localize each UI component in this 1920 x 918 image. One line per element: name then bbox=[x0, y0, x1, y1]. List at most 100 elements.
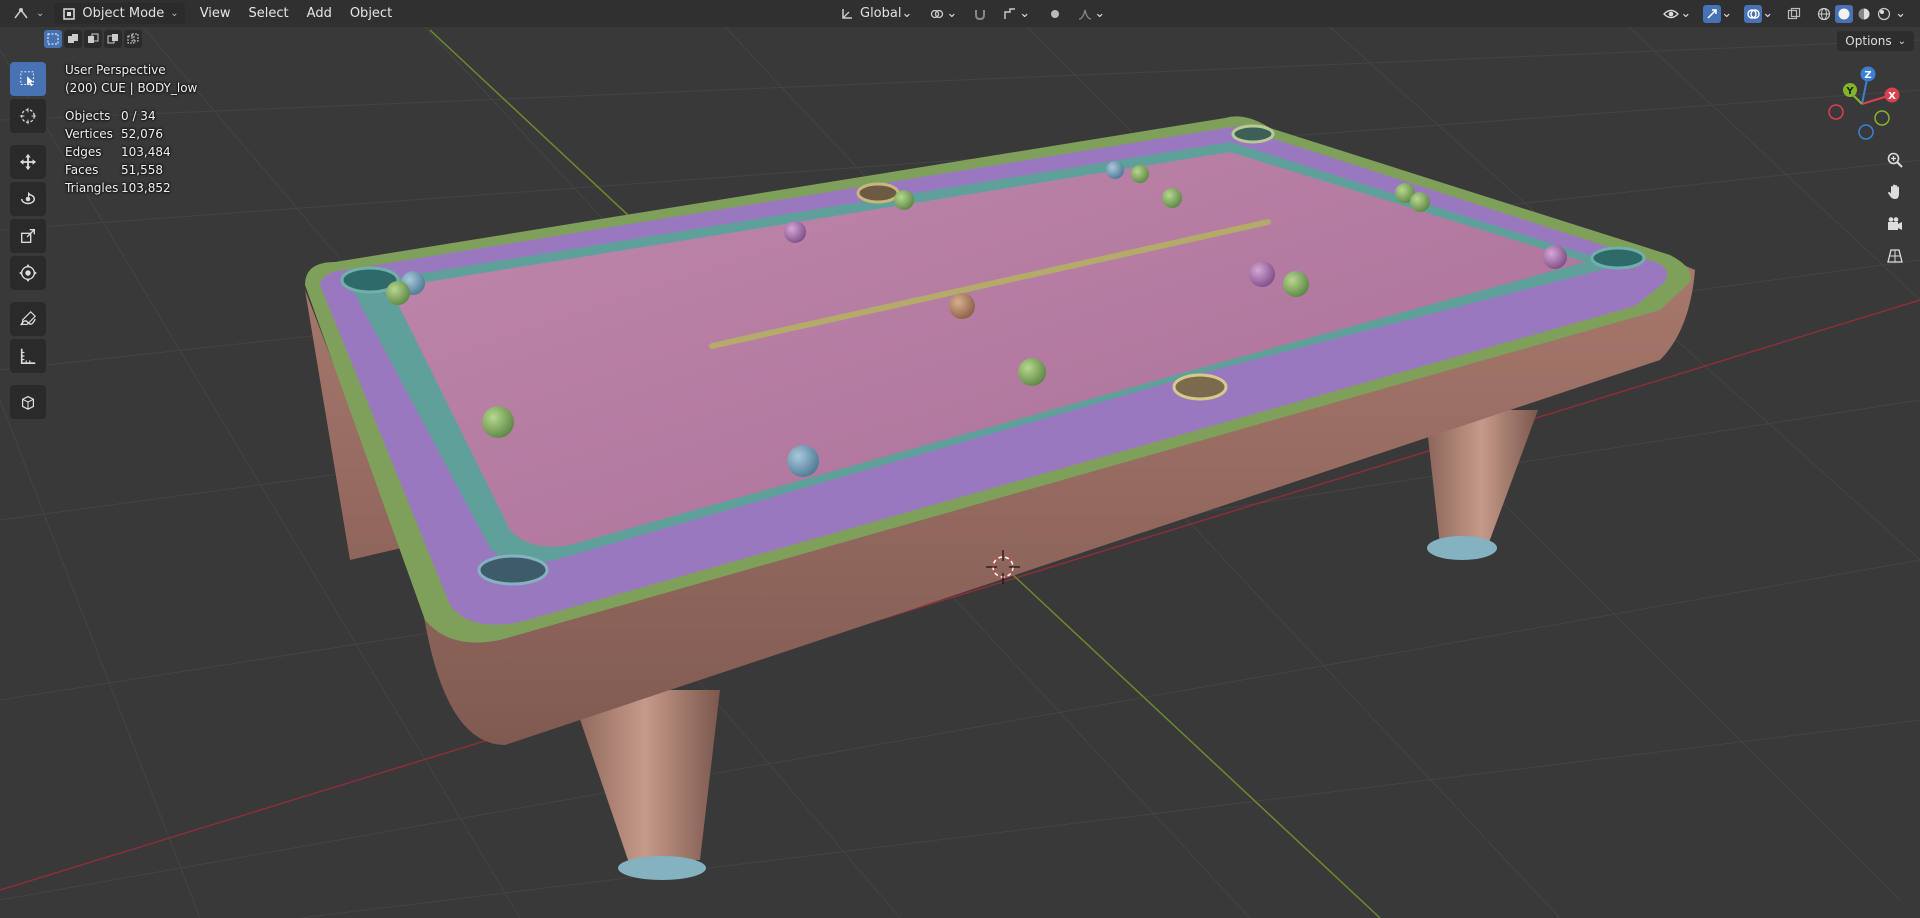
menu-add[interactable]: Add bbox=[298, 6, 341, 21]
rotate-icon bbox=[19, 190, 37, 208]
xray-toggle[interactable] bbox=[1779, 3, 1809, 24]
editor-type-button[interactable]: ⌄ bbox=[6, 3, 50, 24]
select-intersect-icon[interactable] bbox=[124, 30, 142, 48]
grid-perspective-icon bbox=[1886, 247, 1904, 265]
chevron-down-icon: ⌄ bbox=[1897, 35, 1906, 47]
options-label: Options bbox=[1845, 34, 1892, 48]
scale-icon bbox=[19, 227, 37, 245]
stat-value: 52,076 bbox=[121, 127, 163, 141]
pan-button[interactable] bbox=[1882, 179, 1908, 205]
stat-objects: Objects 0 / 34 bbox=[65, 107, 197, 125]
chevron-down-icon: ⌄ bbox=[36, 8, 45, 19]
annotate-icon bbox=[19, 310, 37, 328]
gizmo-neg-x[interactable] bbox=[1828, 104, 1844, 120]
falloff-curve-icon bbox=[1076, 5, 1094, 23]
stat-faces: Faces 51,558 bbox=[65, 161, 197, 179]
perspective-toggle-button[interactable] bbox=[1882, 243, 1908, 269]
menu-view[interactable]: View bbox=[191, 6, 240, 21]
chevron-down-icon: ⌄ bbox=[1721, 6, 1733, 21]
tool-annotate[interactable] bbox=[10, 302, 46, 336]
transform-orientation-icon bbox=[838, 5, 856, 23]
xray-icon bbox=[1785, 5, 1803, 23]
gizmo-y-label: Y bbox=[1845, 86, 1854, 97]
mode-label: Object Mode bbox=[82, 6, 165, 21]
add-cube-icon bbox=[19, 393, 37, 411]
proportional-edit-icon bbox=[1046, 5, 1064, 23]
header-menus: View Select Add Object bbox=[191, 0, 401, 27]
selection-mode-buttons bbox=[44, 30, 142, 50]
chevron-down-icon: ⌄ bbox=[1762, 6, 1774, 21]
tool-move[interactable] bbox=[10, 145, 46, 179]
gizmo-neg-y[interactable] bbox=[1874, 110, 1890, 126]
solid-shading-icon[interactable] bbox=[1835, 4, 1854, 23]
pivot-point-dropdown[interactable]: ⌄ bbox=[922, 3, 963, 24]
stat-value: 51,558 bbox=[121, 163, 163, 177]
stat-label: Triangles bbox=[65, 181, 119, 195]
gizmo-z-label: Z bbox=[1864, 70, 1871, 81]
tool-select-box[interactable] bbox=[10, 62, 46, 96]
falloff-dropdown[interactable]: ⌄ bbox=[1070, 3, 1111, 24]
orientation-dropdown[interactable]: Global ⌄ bbox=[832, 3, 918, 24]
measure-icon bbox=[19, 347, 37, 365]
3d-viewport[interactable] bbox=[0, 0, 1920, 918]
magnet-icon bbox=[971, 5, 989, 23]
tool-transform[interactable] bbox=[10, 256, 46, 290]
zoom-icon bbox=[1886, 151, 1904, 169]
view-name: User Perspective bbox=[65, 63, 166, 77]
camera-icon bbox=[1886, 215, 1904, 233]
move-icon bbox=[19, 153, 37, 171]
stat-label: Edges bbox=[65, 145, 102, 159]
cursor-icon bbox=[19, 107, 37, 125]
select-invert-icon[interactable] bbox=[104, 30, 122, 48]
zoom-button[interactable] bbox=[1882, 147, 1908, 173]
mode-dropdown[interactable]: Object Mode ⌄ bbox=[54, 3, 185, 24]
chevron-down-icon: ⌄ bbox=[1680, 6, 1692, 21]
stat-triangles: Triangles 103,852 bbox=[65, 179, 197, 197]
overlays-toggle[interactable]: ⌄ bbox=[1738, 3, 1779, 24]
stat-value: 0 / 34 bbox=[121, 109, 156, 123]
tool-cursor[interactable] bbox=[10, 99, 46, 133]
overlays-icon bbox=[1744, 4, 1763, 23]
options-dropdown[interactable]: Options ⌄ bbox=[1837, 31, 1914, 51]
proportional-edit-toggle[interactable] bbox=[1040, 3, 1070, 24]
tool-add-cube[interactable] bbox=[10, 385, 46, 419]
rendered-shading-icon[interactable] bbox=[1875, 5, 1893, 23]
tool-rotate[interactable] bbox=[10, 182, 46, 216]
wireframe-shading-icon[interactable] bbox=[1815, 5, 1833, 23]
tool-measure[interactable] bbox=[10, 339, 46, 373]
menu-select[interactable]: Select bbox=[240, 6, 298, 21]
orientation-label: Global bbox=[860, 6, 902, 21]
camera-view-button[interactable] bbox=[1882, 211, 1908, 237]
navigation-gizmo[interactable]: Z X Y bbox=[1820, 62, 1904, 146]
chevron-down-icon[interactable]: ⌄ bbox=[1895, 6, 1906, 21]
visibility-dropdown[interactable]: ⌄ bbox=[1656, 3, 1697, 24]
chevron-down-icon: ⌄ bbox=[1019, 6, 1031, 21]
chevron-down-icon: ⌄ bbox=[901, 6, 913, 21]
gizmo-toggle[interactable]: ⌄ bbox=[1697, 3, 1738, 24]
viewport-nav-buttons bbox=[1882, 147, 1908, 269]
shading-modes: ⌄ bbox=[1809, 3, 1912, 24]
chevron-down-icon: ⌄ bbox=[1094, 6, 1106, 21]
snap-toggle[interactable] bbox=[965, 3, 995, 24]
gizmo-icon bbox=[1703, 4, 1722, 23]
tool-scale[interactable] bbox=[10, 219, 46, 253]
select-new-icon[interactable] bbox=[44, 30, 62, 48]
stat-vertices: Vertices 52,076 bbox=[65, 125, 197, 143]
active-object-info: (200) CUE | BODY_low bbox=[65, 81, 198, 95]
object-mode-icon bbox=[60, 5, 78, 23]
stat-value: 103,852 bbox=[121, 181, 171, 195]
snap-target-dropdown[interactable]: ⌄ bbox=[995, 3, 1036, 24]
select-subtract-icon[interactable] bbox=[84, 30, 102, 48]
pivot-icon bbox=[928, 5, 946, 23]
hand-icon bbox=[1886, 183, 1904, 201]
viewport-info-overlay: User Perspective (200) CUE | BODY_low Ob… bbox=[65, 61, 197, 197]
select-extend-icon[interactable] bbox=[64, 30, 82, 48]
stat-label: Objects bbox=[65, 109, 111, 123]
gizmo-neg-z[interactable] bbox=[1858, 124, 1874, 140]
stat-label: Faces bbox=[65, 163, 99, 177]
menu-object[interactable]: Object bbox=[341, 6, 401, 21]
snap-increment-icon bbox=[1001, 5, 1019, 23]
stat-label: Vertices bbox=[65, 127, 113, 141]
stat-edges: Edges 103,484 bbox=[65, 143, 197, 161]
material-shading-icon[interactable] bbox=[1855, 5, 1873, 23]
